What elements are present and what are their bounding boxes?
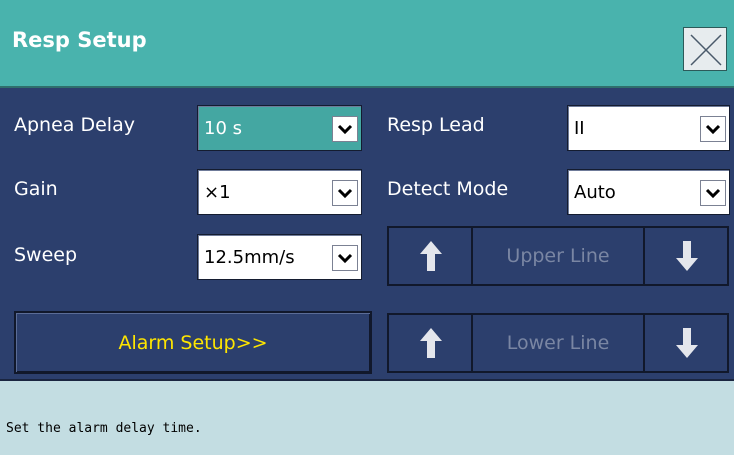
lower-line-control: Lower Line	[387, 313, 729, 373]
dropdown-arrow-icon	[332, 116, 358, 142]
dropdown-arrow-icon	[332, 245, 358, 271]
close-button[interactable]	[683, 27, 727, 71]
upper-line-label: Upper Line	[506, 245, 610, 267]
sweep-value: 12.5mm/s	[204, 247, 295, 268]
dropdown-arrow-icon	[700, 180, 726, 206]
gain-select[interactable]: ×1	[197, 169, 362, 215]
resp-lead-label: Resp Lead	[387, 114, 485, 136]
lower-line-label: Lower Line	[506, 332, 610, 354]
sweep-label: Sweep	[14, 244, 78, 266]
arrow-up-icon	[420, 241, 442, 271]
detect-mode-select[interactable]: Auto	[567, 169, 730, 215]
detect-mode-label: Detect Mode	[387, 178, 509, 200]
alarm-setup-button[interactable]: Alarm Setup>>	[14, 311, 372, 374]
resp-lead-value: II	[574, 118, 585, 139]
apnea-delay-select[interactable]: 10 s	[197, 105, 362, 151]
arrow-down-icon	[676, 328, 698, 358]
status-message: Set the alarm delay time.	[6, 421, 202, 436]
apnea-delay-label: Apnea Delay	[14, 114, 135, 136]
resp-lead-select[interactable]: II	[567, 105, 730, 151]
status-bar: Set the alarm delay time.	[0, 379, 734, 455]
detect-mode-value: Auto	[574, 182, 616, 203]
lower-line-up-button[interactable]	[389, 315, 473, 371]
arrow-down-icon	[676, 241, 698, 271]
settings-panel: Apnea Delay 10 s Gain ×1 Sweep 12.5mm/s …	[0, 88, 734, 379]
window-title: Resp Setup	[12, 28, 147, 52]
title-bar: Resp Setup	[0, 0, 734, 88]
upper-line-up-button[interactable]	[389, 228, 473, 284]
upper-line-down-button[interactable]	[643, 228, 727, 284]
dropdown-arrow-icon	[332, 180, 358, 206]
lower-line-down-button[interactable]	[643, 315, 727, 371]
apnea-delay-value: 10 s	[204, 118, 243, 139]
arrow-up-icon	[420, 328, 442, 358]
sweep-select[interactable]: 12.5mm/s	[197, 234, 362, 280]
upper-line-control: Upper Line	[387, 226, 729, 286]
close-icon	[690, 34, 722, 66]
gain-value: ×1	[204, 182, 231, 203]
dropdown-arrow-icon	[700, 116, 726, 142]
alarm-setup-label: Alarm Setup>>	[118, 332, 268, 354]
gain-label: Gain	[14, 178, 58, 200]
